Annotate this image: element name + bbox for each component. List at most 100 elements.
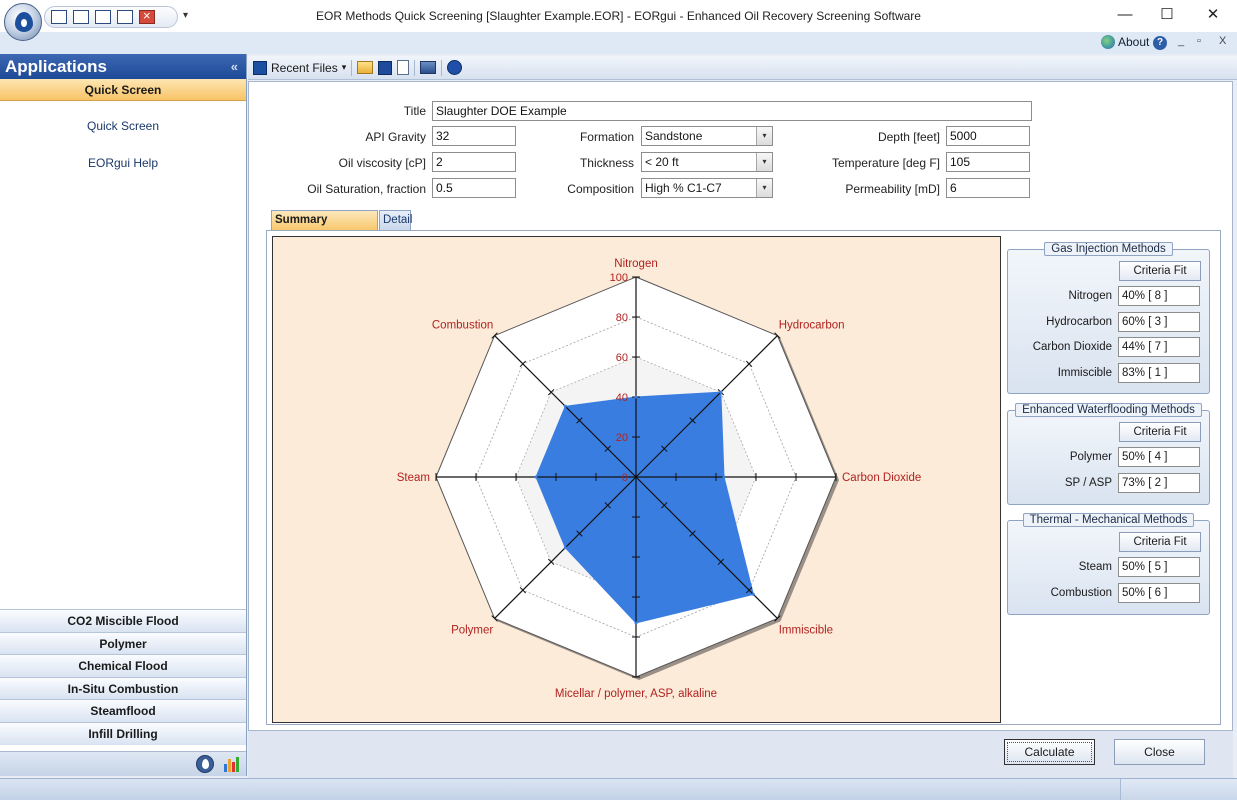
sidebar-group-quick-screen[interactable]: Quick Screen [0,79,246,101]
title-label: Title [403,104,426,118]
sp-asp-fit-field: 73% [ 2 ] [1118,473,1200,493]
thickness-select[interactable]: < 20 ft ▾ [641,152,773,172]
immiscible-fit-field: 83% [ 1 ] [1118,363,1200,383]
oil-drop-icon [15,12,33,32]
radar-data-point [534,475,538,479]
help-icon[interactable]: ? [1153,36,1167,50]
child-close-button[interactable]: X [1219,35,1226,47]
title-field[interactable]: Slaughter DOE Example [432,101,1032,121]
chevron-down-icon[interactable]: ▾ [756,179,772,197]
radar-tick-label: 80 [616,312,628,324]
immiscible-label: Immiscible [1057,367,1112,379]
composition-value: High % C1-C7 [645,181,722,195]
chevron-down-icon[interactable]: ▾ [756,127,772,145]
radar-chart: 0 20 40 60 80 100 Nitrogen Hydrocarbon Carbon Di… [272,236,1001,723]
sp-asp-label: SP / ASP [1064,477,1112,489]
chevron-down-icon[interactable]: ▾ [756,153,772,171]
oil-drop-icon[interactable] [196,755,214,773]
radar-tick-label: 100 [610,272,628,284]
collapse-sidebar-icon[interactable]: « [231,54,238,79]
sidebar-group-steamflood[interactable]: Steamflood [0,699,246,722]
sidebar-group-infill-drilling[interactable]: Infill Drilling [0,721,246,745]
formation-select[interactable]: Sandstone ▾ [641,126,773,146]
about-bar: About ? _ ▫ X [0,32,1237,54]
steam-label: Steam [1078,561,1112,573]
formation-value: Sandstone [645,129,703,143]
toolbar-separator [351,59,353,76]
thermal-title-text: Thermal - Mechanical Methods [1022,513,1195,527]
polymer-label: Polymer [1069,451,1112,463]
thermal-title: Thermal - Mechanical Methods [1008,512,1209,527]
sidebar-group-chemical-flood[interactable]: Chemical Flood [0,654,246,677]
close-button[interactable]: ✕ [1198,4,1228,26]
child-restore-button[interactable]: ▫ [1197,35,1201,47]
gas-injection-title: Gas Injection Methods [1008,241,1209,256]
radar-data-point [563,546,567,550]
gas-injection-title-text: Gas Injection Methods [1044,242,1173,256]
toolbar-separator [414,59,416,76]
api-gravity-field[interactable]: 32 [432,126,516,146]
sidebar-link-quick-screen[interactable]: Quick Screen [0,115,246,138]
maximize-button[interactable]: ☐ [1152,4,1182,26]
nitrogen-label: Nitrogen [1068,290,1112,302]
composition-select[interactable]: High % C1-C7 ▾ [641,178,773,198]
recent-files-button[interactable]: Recent Files ▾ [253,60,346,75]
save-icon[interactable] [378,60,393,75]
temperature-label: Temperature [deg F] [831,156,940,170]
sidebar-header: Applications « [0,54,246,79]
new-document-icon[interactable] [397,60,410,75]
permeability-field[interactable]: 6 [946,178,1030,198]
sidebar-link-eorgui-help[interactable]: EORgui Help [0,152,246,175]
oil-viscosity-label: Oil viscosity [cP] [338,156,426,170]
thickness-label: Thickness [579,156,634,170]
applications-sidebar: Applications « Quick Screen Quick Screen… [0,54,247,776]
close-dialog-button[interactable]: Close [1114,739,1205,765]
calculate-button[interactable]: Calculate [1004,739,1095,765]
bar-chart-icon[interactable] [224,756,240,772]
quick-screen-form: Title Slaughter DOE Example API Gravity … [248,81,1233,731]
composition-label: Composition [567,182,634,196]
child-minimize-button[interactable]: _ [1178,35,1184,47]
tab-detail[interactable]: Detail [379,210,412,230]
sidebar-group-co2-miscible-flood[interactable]: CO2 Miscible Flood [0,609,246,632]
tab-summary-screening[interactable]: Summary Screening [271,210,378,244]
waterflooding-group: Enhanced Waterflooding Methods Criteria … [1007,403,1210,505]
radar-category-label: Nitrogen [614,258,657,270]
gas-criteria-fit-header: Criteria Fit [1119,261,1201,281]
api-gravity-label: API Gravity [365,130,426,144]
sidebar-groups: CO2 Miscible Flood Polymer Chemical Floo… [0,609,246,745]
thermal-criteria-fit-header: Criteria Fit [1119,532,1201,552]
power-icon[interactable] [447,60,463,75]
print-preview-icon[interactable] [420,61,437,74]
sidebar-group-polymer[interactable]: Polymer [0,631,246,655]
waterflooding-title-text: Enhanced Waterflooding Methods [1015,403,1202,417]
about-link[interactable]: About [1101,35,1149,49]
permeability-label: Permeability [mD] [845,182,940,196]
temperature-field[interactable]: 105 [946,152,1030,172]
open-folder-icon[interactable] [357,61,374,74]
oil-saturation-field[interactable]: 0.5 [432,178,516,198]
radar-category-label: Combustion [432,319,493,331]
radar-category-label: Polymer [451,625,493,637]
depth-label: Depth [feet] [877,130,940,144]
about-label: About [1118,35,1150,49]
waterflooding-title: Enhanced Waterflooding Methods [1008,402,1209,417]
formation-label: Formation [579,130,634,144]
radar-data-point [751,592,755,596]
radar-category-label: Carbon Dioxide [842,472,921,484]
radar-chart-svg: 0 20 40 60 80 100 Nitrogen Hydrocarbon Carbon Di… [397,258,922,700]
radar-data-point [634,395,638,399]
main-toolbar: Recent Files ▾ [248,56,1237,80]
minimize-button[interactable]: — [1110,4,1140,26]
depth-field[interactable]: 5000 [946,126,1030,146]
oil-saturation-label: Oil Saturation, fraction [307,182,426,196]
radar-tick-label: 40 [616,392,628,404]
radar-tick-label: 60 [616,352,628,364]
radar-category-label: Micellar / polymer, ASP, alkaline [555,688,717,700]
sidebar-group-in-situ-combustion[interactable]: In-Situ Combustion [0,676,246,700]
resize-grip[interactable] [1120,779,1237,800]
application-menu-button[interactable] [4,3,42,41]
combustion-fit-field: 50% [ 6 ] [1118,583,1200,603]
gas-injection-group: Gas Injection Methods Criteria Fit Nitro… [1007,242,1210,394]
oil-viscosity-field[interactable]: 2 [432,152,516,172]
